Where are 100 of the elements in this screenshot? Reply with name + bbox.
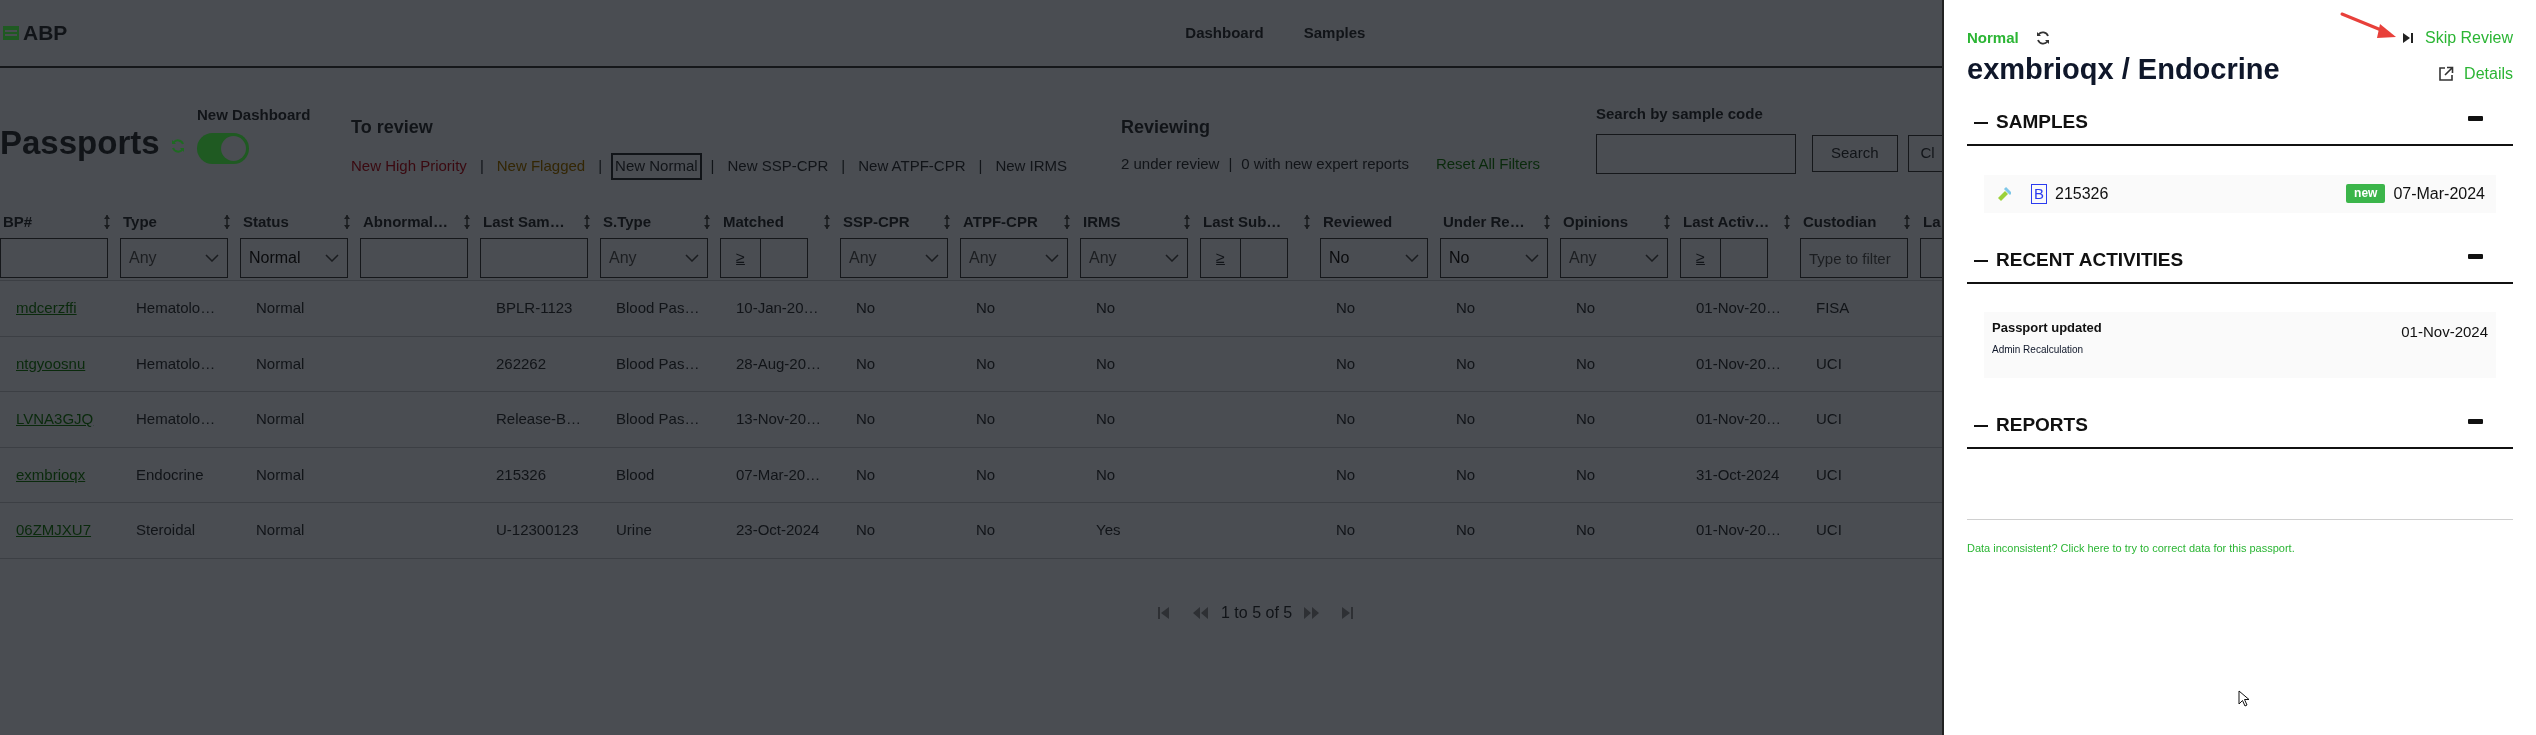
column-header[interactable]: Last Sam… bbox=[483, 210, 565, 234]
sort-icon[interactable] bbox=[1062, 214, 1072, 230]
toggle-switch[interactable] bbox=[197, 132, 249, 164]
passport-link[interactable]: 06ZMJXU7 bbox=[16, 521, 92, 539]
sort-icon[interactable] bbox=[222, 214, 232, 230]
column-header[interactable]: La bbox=[1923, 210, 1941, 234]
column-header[interactable]: Status bbox=[243, 210, 289, 234]
column-header[interactable]: Last Sub… bbox=[1203, 210, 1282, 234]
date-filter[interactable]: ≥ bbox=[1680, 238, 1768, 278]
sort-icon[interactable] bbox=[1902, 214, 1912, 230]
sort-icon[interactable] bbox=[942, 214, 952, 230]
column-header[interactable]: BP# bbox=[3, 210, 33, 234]
table-cell: No bbox=[976, 354, 996, 372]
operator-button[interactable]: ≥ bbox=[1201, 239, 1241, 277]
column-header[interactable]: Matched bbox=[723, 210, 784, 234]
date-filter[interactable]: ≥ bbox=[720, 238, 808, 278]
date-filter[interactable]: ≥ bbox=[1200, 238, 1288, 278]
table-cell: No bbox=[976, 465, 996, 483]
external-link-icon bbox=[2438, 65, 2455, 82]
filter-dropdown[interactable]: No bbox=[1440, 238, 1548, 278]
correct-data-link[interactable]: Data inconsistent? Click here to try to correct data for this passport. bbox=[1967, 539, 2295, 556]
chevron-down-icon bbox=[325, 254, 339, 262]
operator-button[interactable]: ≥ bbox=[721, 239, 761, 277]
table-cell: No bbox=[1456, 354, 1476, 372]
sort-icon[interactable] bbox=[1302, 214, 1312, 230]
sort-icon[interactable] bbox=[342, 214, 352, 230]
app-logo[interactable]: ABP bbox=[23, 17, 68, 49]
table-cell: Urine bbox=[616, 521, 652, 539]
column-header[interactable]: SSP-CPR bbox=[843, 210, 910, 234]
details-link[interactable]: Details bbox=[2438, 61, 2513, 86]
sort-icon[interactable] bbox=[582, 214, 592, 230]
search-field[interactable] bbox=[1596, 133, 1796, 174]
first-page-icon[interactable] bbox=[1158, 605, 1170, 620]
sort-icon[interactable] bbox=[1182, 214, 1192, 230]
filter-link[interactable]: New SSP-CPR bbox=[723, 153, 833, 180]
refresh-icon[interactable] bbox=[2034, 30, 2051, 46]
column-header[interactable]: Under Re… bbox=[1443, 210, 1525, 234]
table-cell: 01-Nov-20… bbox=[1696, 521, 1782, 539]
filter-field[interactable] bbox=[480, 238, 588, 278]
filter-link[interactable]: New Flagged bbox=[492, 153, 590, 180]
sort-icon[interactable] bbox=[1782, 214, 1792, 230]
activity-detail: Admin Recalculation bbox=[1992, 343, 2085, 357]
toggle-label: New Dashboard bbox=[197, 105, 312, 125]
column-header[interactable]: Custodian bbox=[1803, 210, 1877, 234]
table-cell: BPLR-1123 bbox=[496, 299, 573, 317]
passport-title: exmbrioqx / Endocrine bbox=[1967, 52, 2280, 87]
skip-review-link[interactable]: Skip Review bbox=[2402, 26, 2513, 50]
table-cell: 07-Mar-20… bbox=[736, 465, 821, 483]
passport-link[interactable]: exmbrioqx bbox=[16, 465, 86, 483]
passport-link[interactable]: ntgyoosnu bbox=[16, 354, 86, 372]
next-page-icon[interactable] bbox=[1304, 605, 1321, 620]
sort-icon[interactable] bbox=[822, 214, 832, 230]
table-cell: No bbox=[1336, 410, 1356, 428]
filter-link[interactable]: New IRMS bbox=[991, 153, 1072, 180]
collapse-icon[interactable] bbox=[2468, 419, 2483, 424]
collapse-icon[interactable] bbox=[2468, 116, 2483, 121]
operator-button[interactable]: ≥ bbox=[1681, 239, 1721, 277]
table-cell: UCI bbox=[1816, 521, 1842, 539]
collapse-icon[interactable] bbox=[2468, 254, 2483, 259]
minus-icon bbox=[1974, 424, 1988, 427]
filter-field[interactable] bbox=[0, 238, 108, 278]
table-cell: 10-Jan-20… bbox=[736, 299, 819, 317]
previous-page-icon[interactable] bbox=[1192, 605, 1209, 620]
sort-icon[interactable] bbox=[462, 214, 472, 230]
separator: | bbox=[479, 156, 484, 176]
column-header[interactable]: Opinions bbox=[1563, 210, 1628, 234]
filter-link[interactable]: New ATPF-CPR bbox=[854, 153, 970, 180]
nav-link[interactable]: Dashboard bbox=[1185, 21, 1264, 45]
filter-field[interactable] bbox=[360, 238, 468, 278]
nav-link[interactable]: Samples bbox=[1303, 21, 1366, 45]
filter-dropdown[interactable]: Normal bbox=[240, 238, 348, 278]
passport-link[interactable]: mdcerzffi bbox=[16, 299, 77, 317]
column-header[interactable]: Reviewed bbox=[1323, 210, 1393, 234]
column-header[interactable]: IRMS bbox=[1083, 210, 1121, 234]
sort-icon[interactable] bbox=[702, 214, 712, 230]
filter-link[interactable]: New High Priority bbox=[347, 153, 471, 180]
last-page-icon[interactable] bbox=[1342, 605, 1355, 620]
table-cell: No bbox=[1096, 410, 1116, 428]
sort-icon[interactable] bbox=[1662, 214, 1672, 230]
passport-link[interactable]: LVNA3GJQ bbox=[16, 410, 94, 428]
table-cell: No bbox=[1576, 354, 1596, 372]
column-header[interactable]: Type bbox=[123, 210, 157, 234]
column-header[interactable]: Last Activ… bbox=[1683, 210, 1770, 234]
search-button[interactable]: Search bbox=[1812, 135, 1898, 172]
separator: | bbox=[598, 156, 603, 176]
sort-icon[interactable] bbox=[1542, 214, 1552, 230]
table-cell: No bbox=[1096, 354, 1116, 372]
table-cell: No bbox=[856, 299, 876, 317]
table-cell: UCI bbox=[1816, 354, 1842, 372]
sample-date: 07-Mar-2024 bbox=[2393, 183, 2485, 204]
sample-row[interactable]: B 215326 new 07-Mar-2024 bbox=[1984, 174, 2496, 213]
filter-dropdown[interactable]: No bbox=[1320, 238, 1428, 278]
column-header[interactable]: S.Type bbox=[603, 210, 652, 234]
reset-filters-link[interactable]: Reset All Filters bbox=[1435, 153, 1541, 176]
filter-link[interactable]: New Normal bbox=[611, 153, 702, 180]
sort-icon[interactable] bbox=[102, 214, 112, 230]
column-header[interactable]: ATPF-CPR bbox=[963, 210, 1038, 234]
search-label: Search by sample code bbox=[1596, 104, 1764, 124]
column-header[interactable]: Abnormal… bbox=[363, 210, 448, 234]
minus-icon bbox=[1974, 121, 1988, 124]
